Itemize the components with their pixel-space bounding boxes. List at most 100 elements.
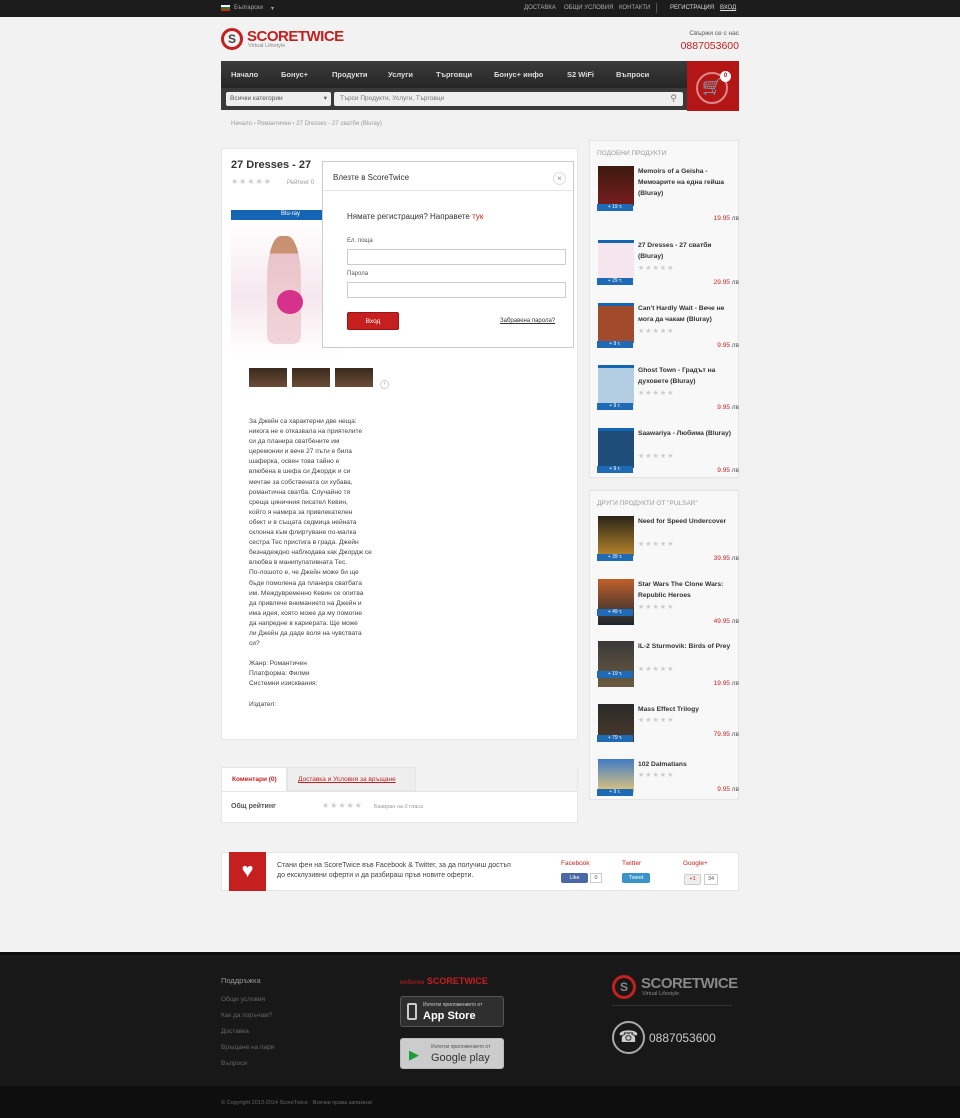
register-here-link[interactable]: тук bbox=[472, 212, 483, 221]
thumbnail-3[interactable] bbox=[335, 368, 373, 387]
nav-wifi[interactable]: S2 WiFi bbox=[567, 70, 594, 79]
footer-link-faq[interactable]: Въпроси bbox=[221, 1060, 247, 1067]
logo-tagline: Virtual Lifestyle bbox=[248, 43, 286, 49]
rating-stars: ★★★★★ bbox=[638, 666, 675, 673]
copyright: © Copyright 2013-2014 ScoreTwice · Всичк… bbox=[221, 1100, 372, 1106]
search-input[interactable]: Търси Продукти, Услуги, Търговци ⚲ bbox=[334, 92, 683, 106]
login-submit-button[interactable]: Вход bbox=[347, 312, 399, 330]
list-item[interactable]: + 49 т. Star Wars The Clone Wars: Republ… bbox=[597, 579, 742, 639]
nav-merchants[interactable]: Търговци bbox=[436, 70, 472, 79]
app-store-button[interactable]: Изтегли приложението от App Store bbox=[400, 996, 504, 1027]
points-badge: + 29 т. bbox=[597, 278, 633, 285]
register-link[interactable]: РЕГИСТРАЦИЯ bbox=[670, 5, 714, 11]
list-item[interactable]: + 9 т. Saawariya - Любима (Bluray) ★★★★★… bbox=[597, 428, 742, 488]
rating-stars: ★★★★★ bbox=[638, 541, 675, 548]
footer-link-terms[interactable]: Общи условия bbox=[221, 996, 265, 1003]
rating-stars: ★★★★★ bbox=[638, 328, 675, 335]
list-item[interactable]: + 9 т. 102 Dalmatians ★★★★★ 9.95 лв bbox=[597, 759, 742, 819]
list-item[interactable]: + 39 т. Need for Speed Undercover ★★★★★ … bbox=[597, 516, 742, 576]
play-icon: ▶ bbox=[409, 1047, 419, 1062]
list-item[interactable]: + 9 т. Ghost Town - Градът на духовете (… bbox=[597, 365, 742, 425]
tab-delivery[interactable]: Доставка и Условия за връщане bbox=[287, 767, 416, 791]
password-field[interactable] bbox=[347, 282, 566, 298]
rating-stars[interactable]: ★★★★★ bbox=[231, 177, 272, 186]
forgot-password-link[interactable]: Забравена парола? bbox=[500, 318, 555, 324]
facebook-label: Facebook bbox=[561, 860, 590, 867]
product-thumbnail bbox=[598, 428, 634, 468]
product-price: 9.95 лв bbox=[717, 404, 739, 411]
gplus-button[interactable]: +1 bbox=[684, 874, 701, 885]
modal-title: Влезте в ScoreTwice bbox=[333, 173, 410, 182]
overall-rating-label: Общ рейтинг bbox=[231, 803, 276, 810]
chevron-down-icon[interactable]: ▾ bbox=[271, 5, 274, 12]
support-title: Поддръжка bbox=[221, 976, 261, 985]
product-price: 9.95 лв bbox=[717, 786, 739, 793]
nav-services[interactable]: Услуги bbox=[388, 70, 413, 79]
logo-mark-icon: S bbox=[221, 28, 243, 50]
topbar-link-delivery[interactable]: ДОСТАВКА bbox=[524, 5, 556, 11]
login-link[interactable]: ВХОД bbox=[720, 5, 736, 11]
email-label: Ел. поща bbox=[347, 238, 373, 244]
nav-home[interactable]: Начало bbox=[231, 70, 258, 79]
nav-bonus[interactable]: Бонус+ bbox=[281, 70, 308, 79]
rating-stars: ★★★★★ bbox=[638, 265, 675, 272]
product-thumbnail bbox=[598, 641, 634, 687]
thumbnail-2[interactable] bbox=[292, 368, 330, 387]
facebook-like-button[interactable]: Like bbox=[561, 873, 588, 883]
next-arrow-icon[interactable]: › bbox=[380, 380, 389, 389]
footer-link-refunds[interactable]: Връщане на пари bbox=[221, 1044, 274, 1051]
product-thumbnail bbox=[598, 365, 634, 405]
product-name: Star Wars The Clone Wars: Republic Heroe… bbox=[638, 581, 724, 599]
list-item[interactable]: + 19 т. IL-2 Sturmovik: Birds of Prey ★★… bbox=[597, 641, 742, 701]
topbar-link-contacts[interactable]: КОНТАКТИ bbox=[619, 5, 650, 11]
nav-products[interactable]: Продукти bbox=[332, 70, 368, 79]
main-nav: Начало Бонус+ Продукти Услуги Търговци Б… bbox=[221, 61, 687, 88]
divider bbox=[656, 3, 657, 13]
product-name: Memoirs of a Geisha - Мемоарите на една … bbox=[638, 168, 725, 197]
google-label: Google+ bbox=[683, 860, 708, 867]
cart-button[interactable]: 🛒 0 bbox=[687, 61, 739, 111]
search-icon[interactable]: ⚲ bbox=[670, 93, 677, 104]
list-item[interactable]: + 9 т. Can't Hardly Wait - Вече не мога … bbox=[597, 303, 742, 363]
points-badge: + 19 т. bbox=[597, 671, 633, 678]
mobile-heading: мобилен SCORETWICE bbox=[400, 976, 488, 986]
points-badge: + 19 т. bbox=[597, 204, 633, 211]
tweet-button[interactable]: Tweet bbox=[622, 873, 650, 883]
cart-count: 0 bbox=[720, 71, 731, 82]
product-price: 79.95 лв bbox=[713, 731, 739, 738]
list-item[interactable]: + 29 т. 27 Dresses - 27 сватби (Bluray) … bbox=[597, 240, 742, 300]
top-bar: Български ▾ ДОСТАВКА ОБЩИ УСЛОВИЯ КОНТАК… bbox=[0, 0, 960, 17]
points-badge: + 9 т. bbox=[597, 341, 633, 348]
phone-icon bbox=[407, 1003, 417, 1020]
logo-mark-icon: S bbox=[612, 975, 636, 999]
product-thumbnail bbox=[598, 303, 634, 343]
product-name: Mass Effect Trilogy bbox=[638, 706, 699, 713]
similar-products-panel: ПОДОБНИ ПРОДУКТИ + 19 т. Memoirs of a Ge… bbox=[589, 140, 739, 478]
product-thumbnail bbox=[598, 240, 634, 280]
google-play-button[interactable]: ▶ Изтегли приложението от Google play bbox=[400, 1038, 504, 1069]
footer-link-delivery[interactable]: Доставка bbox=[221, 1028, 249, 1035]
footer-link-how-to-order[interactable]: Как да поръчам? bbox=[221, 1012, 272, 1019]
logo[interactable]: S SCORETWICE Virtual Lifestyle bbox=[221, 28, 344, 52]
register-prompt: Нямате регистрация? Направете тук bbox=[347, 212, 484, 221]
nav-faq[interactable]: Въпроси bbox=[616, 70, 649, 79]
close-icon[interactable]: × bbox=[553, 172, 566, 185]
list-item[interactable]: + 19 т. Memoirs of a Geisha - Мемоарите … bbox=[597, 166, 742, 226]
email-field[interactable] bbox=[347, 249, 566, 265]
phone-icon: ☎ bbox=[612, 1021, 645, 1054]
rating-stars: ★★★★★ bbox=[638, 772, 675, 779]
thumbnail-1[interactable] bbox=[249, 368, 287, 387]
points-badge: + 9 т. bbox=[597, 403, 633, 410]
list-item[interactable]: + 79 т. Mass Effect Trilogy ★★★★★ 79.95 … bbox=[597, 704, 742, 764]
social-text: Стани фен на ScoreTwice във Facebook & T… bbox=[277, 862, 511, 879]
topbar-link-terms[interactable]: ОБЩИ УСЛОВИЯ bbox=[564, 5, 613, 11]
product-thumbnail bbox=[598, 516, 634, 556]
breadcrumb[interactable]: Начало › Романтичен › 27 Dresses - 27 св… bbox=[231, 121, 382, 127]
tab-comments[interactable]: Коментари (0) bbox=[221, 767, 287, 791]
product-name: Ghost Town - Градът на духовете (Bluray) bbox=[638, 367, 716, 385]
language-selector[interactable]: Български bbox=[234, 5, 263, 11]
category-select[interactable]: Всички категории ▾ bbox=[226, 92, 331, 106]
nav-bonus-info[interactable]: Бонус+ инфо bbox=[494, 70, 543, 79]
password-label: Парола bbox=[347, 271, 369, 277]
chevron-down-icon: ▾ bbox=[323, 95, 327, 102]
